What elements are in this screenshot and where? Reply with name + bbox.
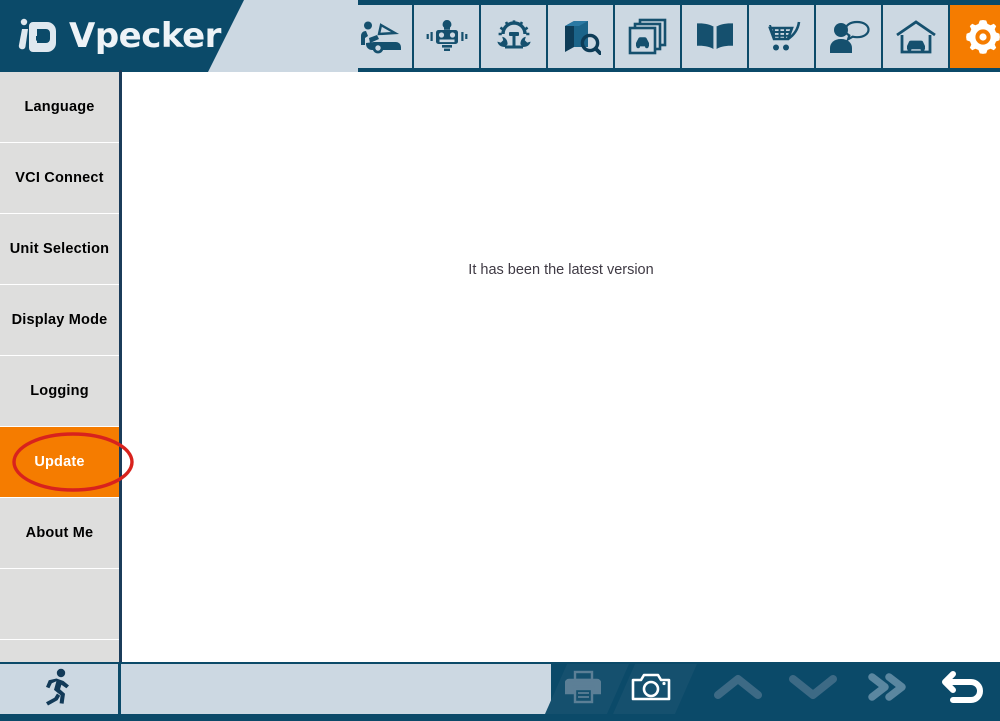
- next-page-button[interactable]: [850, 664, 925, 714]
- camera-icon: [631, 671, 671, 708]
- garage-icon: [895, 19, 937, 54]
- tool-special-function-button[interactable]: [481, 5, 546, 68]
- sidebar-item-unit-selection[interactable]: Unit Selection: [0, 214, 119, 284]
- printer-icon: [564, 670, 602, 709]
- sidebar-item-language[interactable]: Language: [0, 72, 119, 142]
- sidebar-item-label: Update: [34, 454, 85, 470]
- feedback-icon: [828, 20, 870, 54]
- sidebar-item-logging[interactable]: Logging: [0, 356, 119, 426]
- sidebar-item-label: Unit Selection: [9, 241, 110, 257]
- next-page-icon: [865, 672, 911, 707]
- manual-search-icon: [561, 19, 601, 55]
- shopping-cart-icon: [762, 20, 802, 54]
- app-logo: Vpecker: [16, 11, 221, 61]
- sidebar-item-display-mode[interactable]: Display Mode: [0, 285, 119, 355]
- update-content-panel: It has been the latest version: [122, 72, 1000, 662]
- tool-vehicle-library-button[interactable]: [615, 5, 680, 68]
- back-button[interactable]: [925, 664, 1000, 714]
- header-toolbar: [347, 5, 1000, 68]
- tool-actuation-test-button[interactable]: [414, 5, 479, 68]
- sidebar-item-empty: [0, 569, 119, 639]
- status-area: [121, 664, 551, 714]
- app-header: Vpecker: [0, 0, 1000, 72]
- sidebar-item-label: Logging: [30, 383, 89, 399]
- sidebar-item-update[interactable]: Update: [0, 427, 119, 497]
- header-slant-decoration: [208, 0, 358, 72]
- bottom-nav-group: [700, 664, 1000, 714]
- settings-gear-icon: [963, 17, 1000, 57]
- sidebar-item-label: Language: [24, 99, 95, 115]
- settings-sidebar: Language VCI Connect Unit Selection Disp…: [0, 72, 119, 710]
- tool-help-book-button[interactable]: [682, 5, 747, 68]
- sidebar-item-label: VCI Connect: [15, 170, 104, 186]
- tool-diagnosis-button[interactable]: [347, 5, 412, 68]
- help-book-icon: [694, 21, 736, 53]
- sidebar-item-label: About Me: [25, 525, 94, 541]
- bottom-toolbar: [0, 662, 1000, 721]
- tool-manual-search-button[interactable]: [548, 5, 613, 68]
- app-window: Vpecker Language VCI Connect Unit Select…: [0, 0, 1000, 721]
- tool-garage-button[interactable]: [883, 5, 948, 68]
- scroll-down-button[interactable]: [775, 664, 850, 714]
- tool-feedback-button[interactable]: [816, 5, 881, 68]
- tool-settings-button[interactable]: [950, 5, 1000, 68]
- running-man-icon: [42, 668, 76, 711]
- id-monogram-logo-icon: [16, 16, 60, 56]
- scroll-up-icon: [713, 674, 762, 705]
- scroll-up-button[interactable]: [700, 664, 775, 714]
- back-icon: [939, 667, 987, 712]
- tool-shopping-cart-button[interactable]: [749, 5, 814, 68]
- run-button[interactable]: [0, 664, 118, 714]
- update-status-message: It has been the latest version: [468, 262, 654, 278]
- brand-name: Vpecker: [69, 16, 221, 56]
- sidebar-item-about-me[interactable]: About Me: [0, 498, 119, 568]
- diagnosis-icon: [359, 19, 401, 55]
- special-function-icon: [492, 19, 536, 55]
- scroll-down-icon: [788, 674, 837, 705]
- sidebar-item-vci-connect[interactable]: VCI Connect: [0, 143, 119, 213]
- actuation-test-icon: [425, 19, 469, 55]
- vehicle-library-icon: [628, 18, 668, 56]
- sidebar-item-label: Display Mode: [11, 312, 108, 328]
